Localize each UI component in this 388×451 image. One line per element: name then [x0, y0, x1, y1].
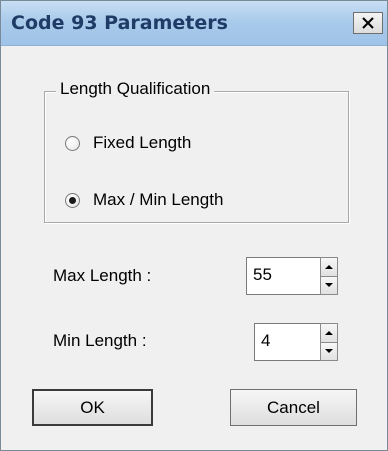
- spin-up-icon: [325, 264, 333, 269]
- min-spin-down-button[interactable]: [320, 342, 338, 361]
- max-length-spinner[interactable]: [246, 257, 338, 295]
- spin-down-icon: [325, 349, 333, 354]
- window-title: Code 93 Parameters: [11, 12, 228, 34]
- max-spin-down-button[interactable]: [320, 276, 338, 295]
- spin-down-icon: [325, 283, 333, 288]
- radio-label: Max / Min Length: [93, 190, 224, 209]
- radio-button[interactable]: [65, 135, 80, 151]
- radio-label: Fixed Length: [93, 133, 192, 152]
- ok-button[interactable]: OK: [32, 389, 153, 426]
- max-spin-up-button[interactable]: [320, 257, 338, 277]
- title-bar[interactable]: Code 93 Parameters: [1, 1, 387, 46]
- spin-buttons: [320, 323, 338, 361]
- close-button[interactable]: [353, 12, 383, 34]
- radio-button[interactable]: [65, 192, 80, 208]
- min-length-spinner[interactable]: [254, 323, 338, 361]
- min-length-input[interactable]: [255, 324, 321, 358]
- radio-max-min-length[interactable]: Max / Min Length: [65, 188, 223, 212]
- min-spin-up-button[interactable]: [320, 323, 338, 343]
- cancel-button[interactable]: Cancel: [230, 389, 357, 426]
- radio-fixed-length[interactable]: Fixed Length: [65, 131, 191, 155]
- max-length-input[interactable]: [247, 258, 313, 292]
- min-length-label: Min Length :: [53, 331, 147, 350]
- spin-buttons: [320, 257, 338, 295]
- spin-up-icon: [325, 330, 333, 335]
- dialog-window: Code 93 Parameters Length Qualification …: [0, 0, 388, 451]
- group-legend: Length Qualification: [56, 79, 215, 99]
- max-length-label: Max Length :: [53, 266, 152, 285]
- close-icon: [362, 17, 374, 29]
